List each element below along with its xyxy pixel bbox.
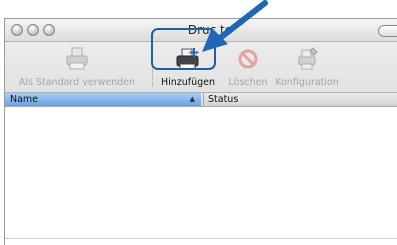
- printer-list[interactable]: [5, 107, 397, 245]
- sort-ascending-icon: ▲: [189, 95, 195, 103]
- column-header-name[interactable]: Name ▲: [5, 93, 201, 106]
- configure-printer-label: Konfiguration: [275, 77, 339, 88]
- table-header: Name ▲ Status: [5, 93, 397, 107]
- add-printer-label: Hinzufügen: [160, 77, 216, 88]
- set-default-label: Als Standard verwenden: [18, 77, 136, 88]
- list-bottom-border: [5, 238, 397, 239]
- column-header-status[interactable]: Status: [203, 93, 238, 106]
- pointer-arrow: [202, 0, 268, 52]
- column-name-label: Name: [10, 94, 39, 105]
- column-status-label: Status: [208, 94, 239, 105]
- delete-printer-label: Löschen: [228, 77, 268, 88]
